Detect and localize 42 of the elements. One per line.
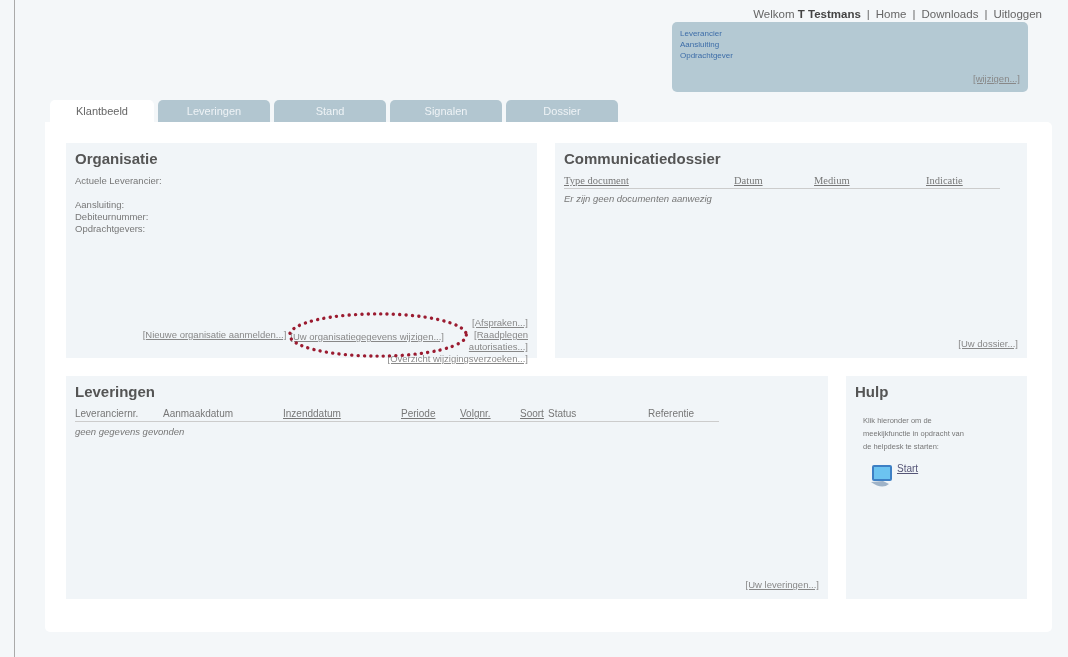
nav-separator: | xyxy=(866,8,870,22)
field-label: Opdrachtgevers: xyxy=(75,223,147,235)
column-header-link[interactable]: Medium xyxy=(814,175,926,186)
link[interactable]: [Nieuwe organisatie aanmelden...] xyxy=(142,329,287,341)
nav-separator: | xyxy=(912,8,916,22)
column-header-link[interactable]: Datum xyxy=(734,175,814,186)
column-header-link[interactable]: Periode xyxy=(401,408,460,419)
nav-link[interactable]: Downloads xyxy=(921,8,979,22)
field-label: Aansluiting: xyxy=(75,199,126,211)
link[interactable]: [Uw leveringen...] xyxy=(745,579,819,590)
nav-link[interactable]: Home xyxy=(875,8,907,22)
column-header-link[interactable]: Indicatie xyxy=(926,175,963,186)
panel-title: Communicatiedossier xyxy=(564,150,722,167)
context-link[interactable]: Aansluiting xyxy=(680,39,1020,50)
column-header: Status xyxy=(548,408,578,419)
link[interactable]: [Afspraken...] xyxy=(472,317,528,329)
empty-message: Er zijn geen documenten aanwezig xyxy=(564,193,713,204)
link[interactable]: [Uw dossier...] xyxy=(958,338,1018,349)
field-label: Debiteurnummer: xyxy=(75,211,150,223)
column-header-link[interactable]: Volgnr. xyxy=(460,408,520,419)
empty-message: geen gegevens gevonden xyxy=(75,426,186,437)
panel-title: Leveringen xyxy=(75,383,157,400)
start-link[interactable]: Start xyxy=(897,463,919,474)
link[interactable]: [Overzicht wijzigingsverzoeken...] xyxy=(387,353,528,365)
nav-separator: | xyxy=(984,8,988,22)
tab[interactable]: Klantbeeld xyxy=(50,100,154,122)
monitor-icon[interactable] xyxy=(869,463,895,489)
column-header-link[interactable]: Inzenddatum xyxy=(283,408,401,419)
panel-title: Organisatie xyxy=(75,150,159,167)
change-link[interactable]: [wijzigen...] xyxy=(973,73,1020,84)
welcome-text: Welkom T Testmans xyxy=(753,8,861,22)
context-link[interactable]: Leverancier xyxy=(680,28,1020,39)
column-header: Aanmaakdatum xyxy=(163,408,235,419)
field-label: Actuele Leverancier: xyxy=(75,175,163,187)
panel-title: Hulp xyxy=(855,383,890,400)
column-header-link[interactable]: Soort xyxy=(520,408,548,419)
column-header-link[interactable]: Type document xyxy=(564,175,734,186)
column-header: Leveranciernr. xyxy=(75,408,140,419)
link[interactable]: [Raadplegen autorisaties...] xyxy=(448,329,528,353)
column-header: Referentie xyxy=(648,408,695,419)
nav-link[interactable]: Uitloggen xyxy=(993,8,1042,22)
context-link[interactable]: Opdrachtgever xyxy=(680,50,1020,61)
